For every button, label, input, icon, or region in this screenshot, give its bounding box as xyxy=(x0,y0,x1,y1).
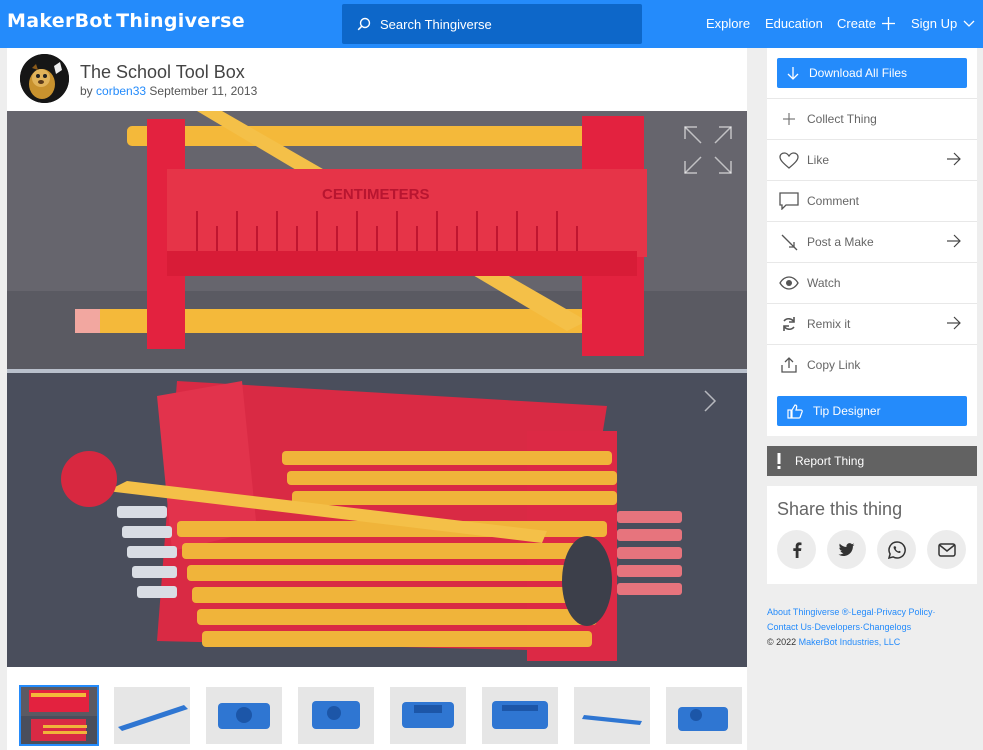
footer-links-line1[interactable]: About Thingiverse ®·Legal·Privacy Policy… xyxy=(767,605,977,620)
twitter-icon xyxy=(838,542,855,556)
author-avatar[interactable] xyxy=(20,54,69,103)
facebook-icon xyxy=(792,541,801,558)
thumbs-up-icon xyxy=(787,403,803,419)
thumbnail-8[interactable] xyxy=(666,687,742,744)
download-all-files-button[interactable]: Download All Files xyxy=(777,58,967,88)
report-thing-label: Report Thing xyxy=(795,454,865,468)
collect-thing-label: Collect Thing xyxy=(807,112,877,126)
plus-icon xyxy=(882,17,896,30)
nav-create[interactable]: Create xyxy=(837,16,896,31)
thing-byline: by corben33 September 11, 2013 xyxy=(80,84,257,98)
arrow-right-icon xyxy=(947,234,961,248)
nav-create-label: Create xyxy=(837,16,877,31)
logo-thingiverse: Thingiverse xyxy=(116,10,245,32)
author-link[interactable]: corben33 xyxy=(96,84,146,98)
share-panel: Share this thing xyxy=(767,486,977,584)
arrow-right-icon xyxy=(947,152,961,166)
exclamation-icon xyxy=(777,453,781,469)
download-arrow-icon xyxy=(787,66,799,80)
makerbot-thingiverse-logo[interactable]: MakerBot Thingiverse xyxy=(7,10,245,32)
thumbnail-5[interactable] xyxy=(390,687,466,744)
chevron-down-icon xyxy=(963,20,975,27)
comment-label: Comment xyxy=(807,194,860,208)
post-a-make-button[interactable]: Post a Make xyxy=(767,221,977,262)
thing-title: The School Tool Box xyxy=(80,62,245,82)
footer-copyright: © 2022 MakerBot Industries, LLC xyxy=(767,635,977,650)
thumbnail-6[interactable] xyxy=(482,687,558,744)
share-link-icon xyxy=(779,355,799,375)
plus-icon xyxy=(779,109,799,129)
actions-panel: Download All Files Collect Thing Like Co… xyxy=(767,48,977,436)
heart-icon xyxy=(779,150,799,170)
search-icon xyxy=(357,17,371,31)
nav-explore-label: Explore xyxy=(706,16,751,31)
report-thing-button[interactable]: Report Thing xyxy=(767,446,977,476)
comment-icon xyxy=(779,191,799,211)
copy-link-button[interactable]: Copy Link xyxy=(767,344,977,385)
top-navigation-bar: MakerBot Thingiverse Search Thingiverse E… xyxy=(0,0,983,48)
make-icon xyxy=(779,232,799,252)
twitter-share-button[interactable] xyxy=(827,530,866,569)
search-input[interactable]: Search Thingiverse xyxy=(342,4,642,44)
copyright-text: © 2022 xyxy=(767,637,799,647)
fullscreen-icon[interactable] xyxy=(683,125,733,175)
tip-designer-label: Tip Designer xyxy=(813,404,881,418)
footer: About Thingiverse ®·Legal·Privacy Policy… xyxy=(767,605,977,650)
facebook-share-button[interactable] xyxy=(777,530,816,569)
thumbnail-4[interactable] xyxy=(298,687,374,744)
nav-sign-up[interactable]: Sign Up xyxy=(911,16,975,31)
thumbnail-1[interactable] xyxy=(19,685,99,746)
footer-links-line2[interactable]: Contact Us·Developers·Changelogs xyxy=(767,620,977,635)
remix-button[interactable]: Remix it xyxy=(767,303,977,344)
nav-signup-label: Sign Up xyxy=(911,16,958,31)
copy-link-label: Copy Link xyxy=(807,358,861,372)
nav-explore[interactable]: Explore xyxy=(706,16,750,31)
byline-by: by xyxy=(80,84,93,98)
email-share-button[interactable] xyxy=(927,530,966,569)
watch-button[interactable]: Watch xyxy=(767,262,977,303)
thumbnail-strip xyxy=(7,680,747,750)
thing-panel: The School Tool Box by corben33 Septembe… xyxy=(7,48,747,750)
nav-education[interactable]: Education xyxy=(765,16,823,31)
logo-makerbot: MakerBot xyxy=(7,10,113,32)
like-label: Like xyxy=(807,153,830,167)
watch-label: Watch xyxy=(807,276,841,290)
eye-icon xyxy=(779,273,799,293)
next-image-icon[interactable] xyxy=(703,389,717,413)
post-a-make-label: Post a Make xyxy=(807,235,874,249)
collect-thing-button[interactable]: Collect Thing xyxy=(767,98,977,139)
tip-designer-button[interactable]: Tip Designer xyxy=(777,396,967,426)
makerbot-industries-link[interactable]: MakerBot Industries, LLC xyxy=(799,637,901,647)
thumbnail-7[interactable] xyxy=(574,687,650,744)
comment-button[interactable]: Comment xyxy=(767,180,977,221)
share-title: Share this thing xyxy=(777,499,903,519)
whatsapp-share-button[interactable] xyxy=(877,530,916,569)
search-placeholder: Search Thingiverse xyxy=(380,16,492,32)
thumbnail-2[interactable] xyxy=(114,687,190,744)
thumbnail-3[interactable] xyxy=(206,687,282,744)
main-photo[interactable]: CENTIMETERS xyxy=(7,111,747,667)
nav-education-label: Education xyxy=(765,16,823,31)
remix-icon xyxy=(779,314,799,334)
thing-date: September 11, 2013 xyxy=(149,84,258,98)
email-icon xyxy=(937,542,956,557)
remix-label: Remix it xyxy=(807,317,851,331)
download-all-files-label: Download All Files xyxy=(809,66,908,80)
like-button[interactable]: Like xyxy=(767,139,977,180)
arrow-right-icon xyxy=(947,316,961,330)
image-centimeters-text: CENTIMETERS xyxy=(322,186,430,203)
whatsapp-icon xyxy=(887,540,906,559)
